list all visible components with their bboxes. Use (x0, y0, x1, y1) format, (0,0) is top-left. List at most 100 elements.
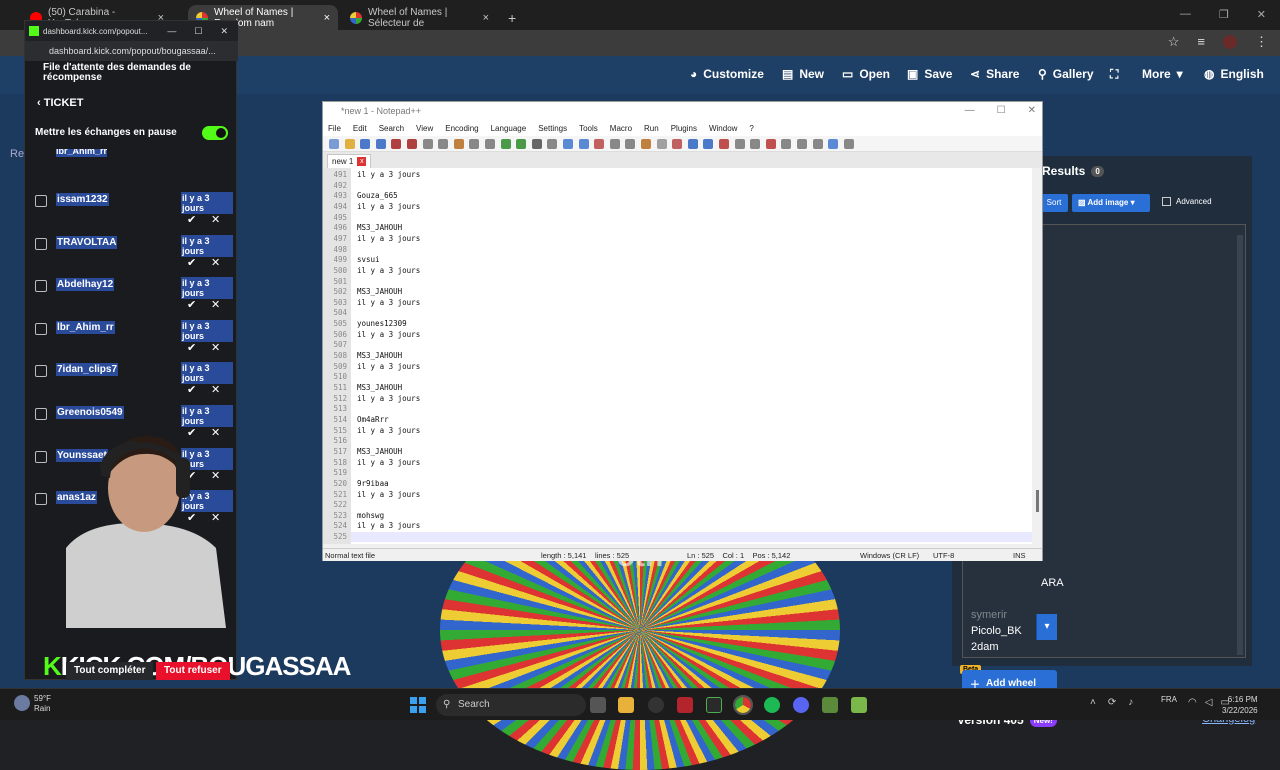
new-tab-button[interactable]: + (500, 5, 524, 30)
select-checkbox[interactable] (35, 450, 47, 463)
toolbar-icon[interactable] (578, 139, 589, 149)
select-checkbox[interactable] (35, 237, 47, 250)
app-icon[interactable] (851, 697, 867, 713)
close-icon[interactable]: ✕ (1257, 8, 1266, 21)
profile-avatar[interactable] (1223, 35, 1237, 49)
toolbar-icon[interactable] (329, 139, 339, 149)
menu-icon[interactable]: ⋮ (1255, 34, 1268, 50)
toolbar-icon[interactable] (828, 139, 839, 149)
toolbar-icon[interactable] (797, 139, 807, 149)
file-explorer-icon[interactable] (618, 697, 634, 713)
minimize-icon[interactable]: — (965, 102, 975, 120)
npp-menu-item[interactable]: Language (491, 124, 527, 133)
toolbar-icon[interactable] (594, 139, 605, 149)
advanced-checkbox[interactable]: Advanced (1162, 197, 1212, 206)
sort-button[interactable]: Sort (1040, 194, 1068, 212)
pause-toggle[interactable] (202, 126, 228, 140)
notepadpp-icon[interactable] (822, 697, 838, 713)
toolbar-icon[interactable] (375, 139, 386, 149)
close-icon[interactable]: ✕ (1028, 102, 1036, 120)
npp-menu-item[interactable]: Run (644, 124, 659, 133)
scrollbar[interactable] (1237, 235, 1243, 655)
toolbar-icon[interactable] (563, 139, 573, 149)
mic-icon[interactable]: ♪ (1128, 697, 1133, 708)
sync-icon[interactable]: ⟳ (1108, 697, 1116, 708)
toolbar-icon[interactable] (719, 139, 729, 149)
select-checkbox[interactable] (35, 408, 47, 420)
toolbar-icon[interactable] (765, 139, 776, 149)
close-icon[interactable]: ✕ (211, 213, 220, 226)
reading-list-icon[interactable]: ≡ (1197, 34, 1205, 50)
kick-url-bar[interactable]: dashboard.kick.com/popout/bougassaa/... (25, 41, 238, 61)
star-icon[interactable]: ☆ (1168, 34, 1180, 50)
select-checkbox[interactable] (35, 280, 47, 293)
close-icon[interactable]: ✕ (211, 383, 220, 396)
windows-start-icon[interactable] (410, 697, 426, 713)
chevron-up-icon[interactable]: ˄ (1090, 697, 1096, 708)
toolbar-icon[interactable] (469, 139, 480, 149)
npp-editor[interactable]: 491 492 493 494 495 496 497 498 499 500 501 502 503 5… (323, 168, 1032, 544)
save-button[interactable]: ▣ Save (907, 67, 952, 81)
new-button[interactable]: ▤ New (782, 67, 824, 81)
toolbar-icon[interactable] (407, 139, 417, 149)
taskbar-clock[interactable]: 6:16 PM 3/22/2026 (1222, 694, 1258, 716)
toolbar-icon[interactable] (843, 139, 854, 149)
toolbar-icon[interactable] (344, 139, 355, 149)
restore-icon[interactable]: ☐ (997, 102, 1006, 120)
npp-scrollbar[interactable] (1032, 168, 1042, 544)
reject-all-button[interactable]: Tout refuser (156, 662, 230, 680)
share-button[interactable]: ⋖ Share (970, 67, 1019, 81)
npp-menu-item[interactable]: ? (749, 124, 753, 133)
task-view-icon[interactable] (590, 697, 606, 713)
toolbar-icon[interactable] (500, 139, 511, 149)
ticket-back-link[interactable]: ‹ TICKET (37, 97, 83, 109)
npp-menu-item[interactable]: Window (709, 124, 737, 133)
add-wheel-dropdown[interactable]: ▾ (1036, 614, 1057, 640)
tab-wheel-of-names-fr[interactable]: Wheel of Names | Sélecteur de × (342, 5, 497, 30)
customize-button[interactable]: ◕ Customize (690, 67, 764, 81)
wifi-icon[interactable]: ◠ (1188, 697, 1197, 708)
npp-menu-item[interactable]: Tools (579, 124, 598, 133)
select-checkbox[interactable] (35, 195, 47, 207)
toolbar-icon[interactable] (485, 139, 495, 149)
taskbar-search[interactable]: ⚲ Search (436, 694, 586, 716)
restore-icon[interactable]: ❐ (1219, 8, 1229, 21)
toolbar-icon[interactable] (391, 139, 402, 149)
toolbar-icon[interactable] (453, 139, 464, 149)
toolbar-icon[interactable] (656, 139, 667, 149)
toolbar-icon[interactable] (750, 139, 761, 149)
toolbar-icon[interactable] (687, 139, 698, 149)
add-image-button[interactable]: ▨ Add image ▾ (1072, 194, 1150, 212)
select-checkbox[interactable] (35, 322, 47, 335)
toolbar-icon[interactable] (438, 139, 449, 149)
toolbar-icon[interactable] (625, 139, 636, 149)
fullscreen-button[interactable]: ⛶ (1110, 67, 1118, 82)
check-icon[interactable]: ✔ (187, 213, 196, 226)
check-icon[interactable]: ✔ (187, 383, 196, 396)
toolbar-icon[interactable] (609, 139, 620, 149)
npp-menu-item[interactable]: Encoding (445, 124, 478, 133)
chrome-icon[interactable] (733, 695, 753, 715)
toolbar-icon[interactable] (812, 139, 823, 149)
toolbar-icon[interactable] (641, 139, 651, 149)
close-icon[interactable]: ✕ (211, 298, 220, 311)
results-tab[interactable]: Results 0 (1042, 164, 1104, 178)
npp-menu-item[interactable]: Plugins (671, 124, 697, 133)
restore-icon[interactable]: ☐ (194, 26, 202, 37)
close-icon[interactable]: x (357, 157, 367, 166)
select-checkbox[interactable] (35, 493, 47, 506)
weather-icon[interactable] (14, 695, 30, 711)
gallery-button[interactable]: ⚲ Gallery (1038, 67, 1094, 81)
npp-menu-item[interactable]: Macro (610, 124, 632, 133)
check-icon[interactable]: ✔ (187, 256, 196, 269)
toolbar-icon[interactable] (781, 139, 792, 149)
toolbar-icon[interactable] (360, 139, 371, 149)
acrobat-icon[interactable] (677, 697, 693, 713)
language-button[interactable]: ◍ English (1204, 67, 1264, 81)
toolbar-icon[interactable] (516, 139, 527, 149)
npp-tab-new1[interactable]: new 1x (327, 154, 372, 168)
input-language[interactable]: FRA (1161, 695, 1177, 704)
npp-menu-item[interactable]: Search (379, 124, 404, 133)
open-button[interactable]: ▭ Open (842, 67, 890, 81)
npp-menu-item[interactable]: File (328, 124, 341, 133)
